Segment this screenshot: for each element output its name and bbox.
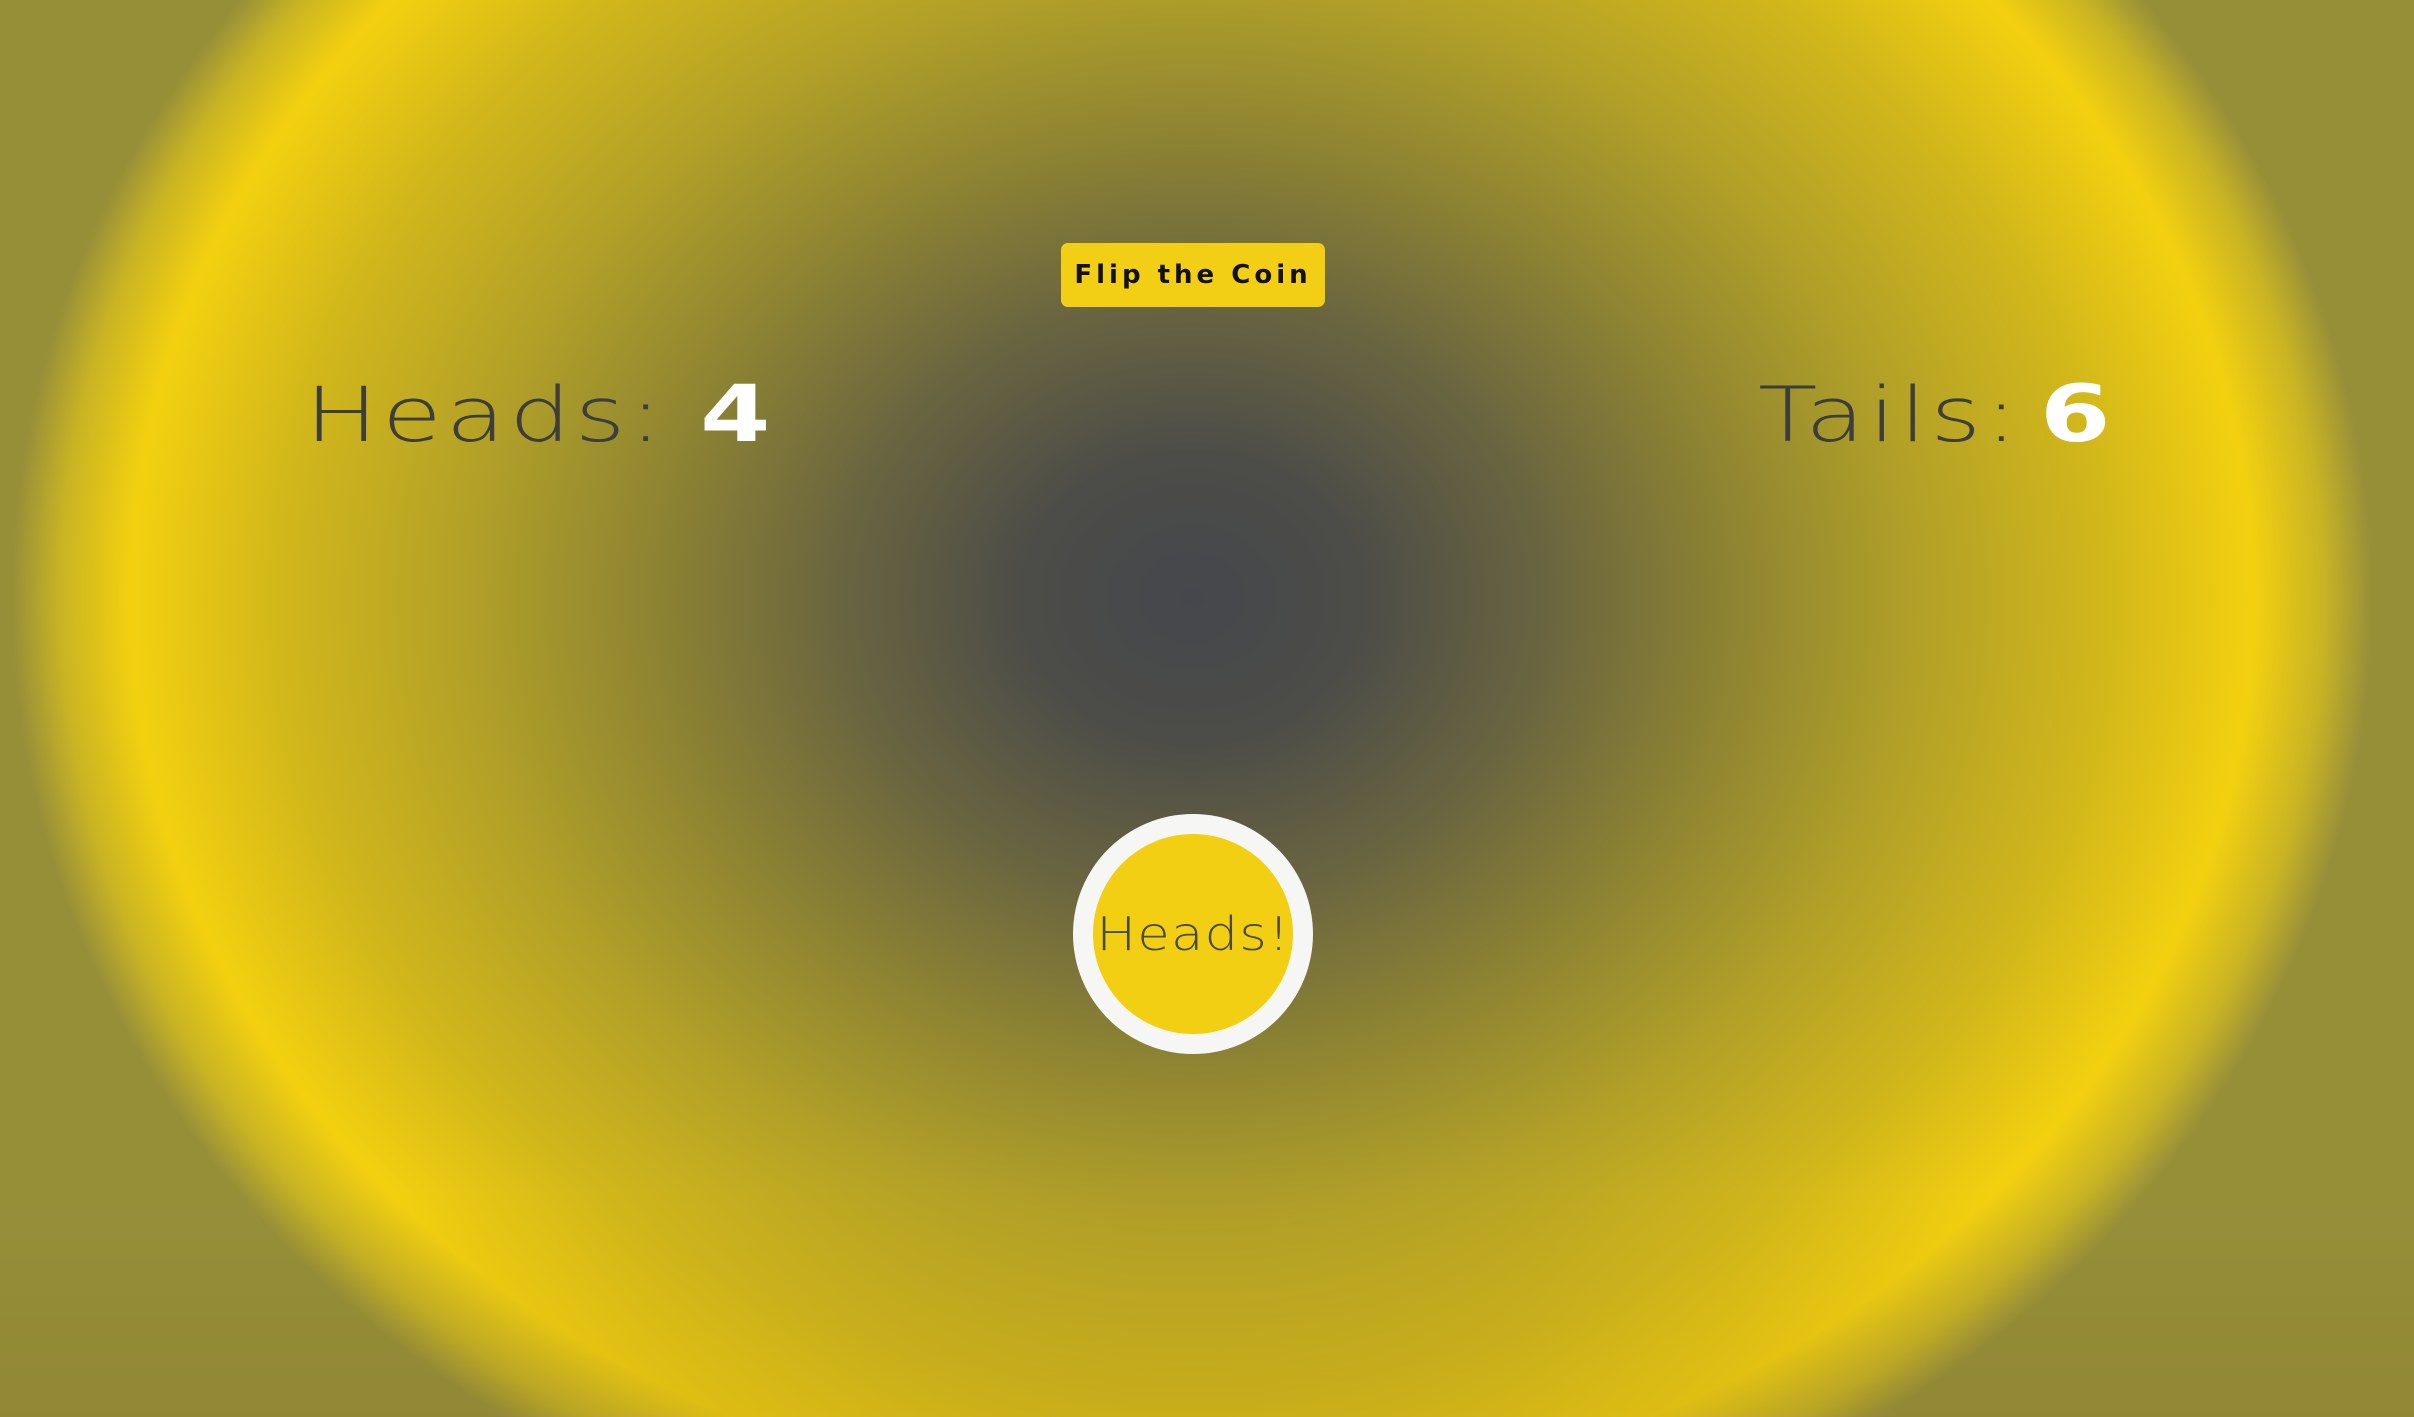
coin-result: Heads! <box>1096 907 1290 961</box>
background-tint <box>0 0 2414 1417</box>
coin: Heads! <box>1073 814 1313 1054</box>
heads-score: Heads: 4 <box>305 370 770 480</box>
tails-count: 6 <box>2039 370 2111 460</box>
flip-coin-button[interactable]: Flip the Coin <box>1061 243 1325 307</box>
tails-score: Tails: 6 <box>1758 370 2110 480</box>
coin-face: Heads! <box>1093 834 1293 1034</box>
tails-label: Tails: <box>1758 370 2022 459</box>
heads-count: 4 <box>699 370 771 460</box>
heads-label: Heads: <box>305 370 666 459</box>
